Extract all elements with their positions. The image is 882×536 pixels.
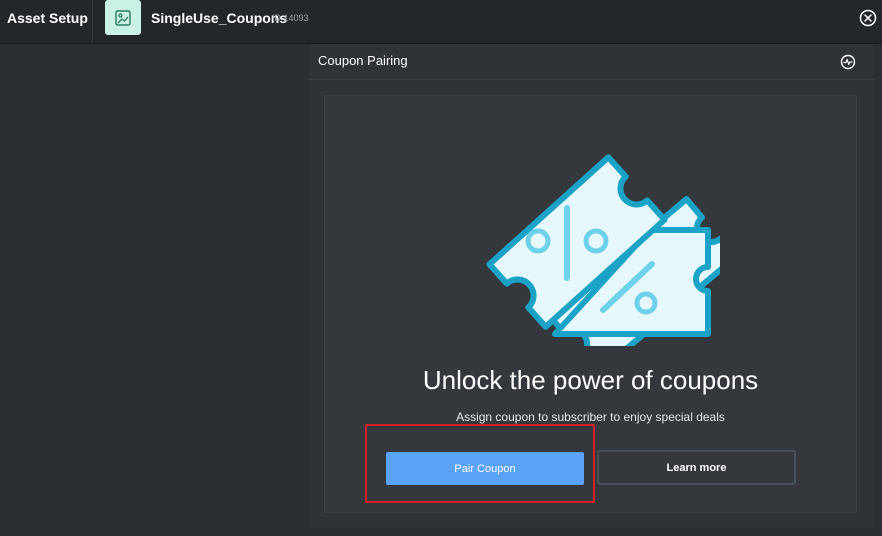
pair-coupon-button[interactable]: Pair Coupon xyxy=(386,452,584,485)
panel-status-button[interactable] xyxy=(839,53,857,71)
close-circle-icon xyxy=(859,9,877,27)
panel-title: Coupon Pairing xyxy=(318,53,408,68)
coupon-empty-state-card: Unlock the power of coupons Assign coupo… xyxy=(324,95,857,513)
activity-pulse-icon xyxy=(840,54,856,70)
asset-id: ID 14093 xyxy=(272,13,309,23)
topbar-divider xyxy=(92,0,93,43)
empty-state-subtext: Assign coupon to subscriber to enjoy spe… xyxy=(456,410,725,424)
asset-name: SingleUse_Coupons xyxy=(151,10,288,26)
coupon-pairing-panel: Coupon Pairing Unlock the power of coupo… xyxy=(309,44,874,528)
coupon-tickets-icon xyxy=(486,154,720,346)
panel-header: Coupon Pairing xyxy=(309,44,874,80)
learn-more-button[interactable]: Learn more xyxy=(597,450,796,485)
close-button[interactable] xyxy=(858,8,878,28)
empty-state-headline: Unlock the power of coupons xyxy=(422,365,759,395)
image-icon xyxy=(105,0,141,35)
top-bar: Asset Setup SingleUse_Coupons ID 14093 xyxy=(0,0,882,44)
app-title: Asset Setup xyxy=(7,10,88,26)
